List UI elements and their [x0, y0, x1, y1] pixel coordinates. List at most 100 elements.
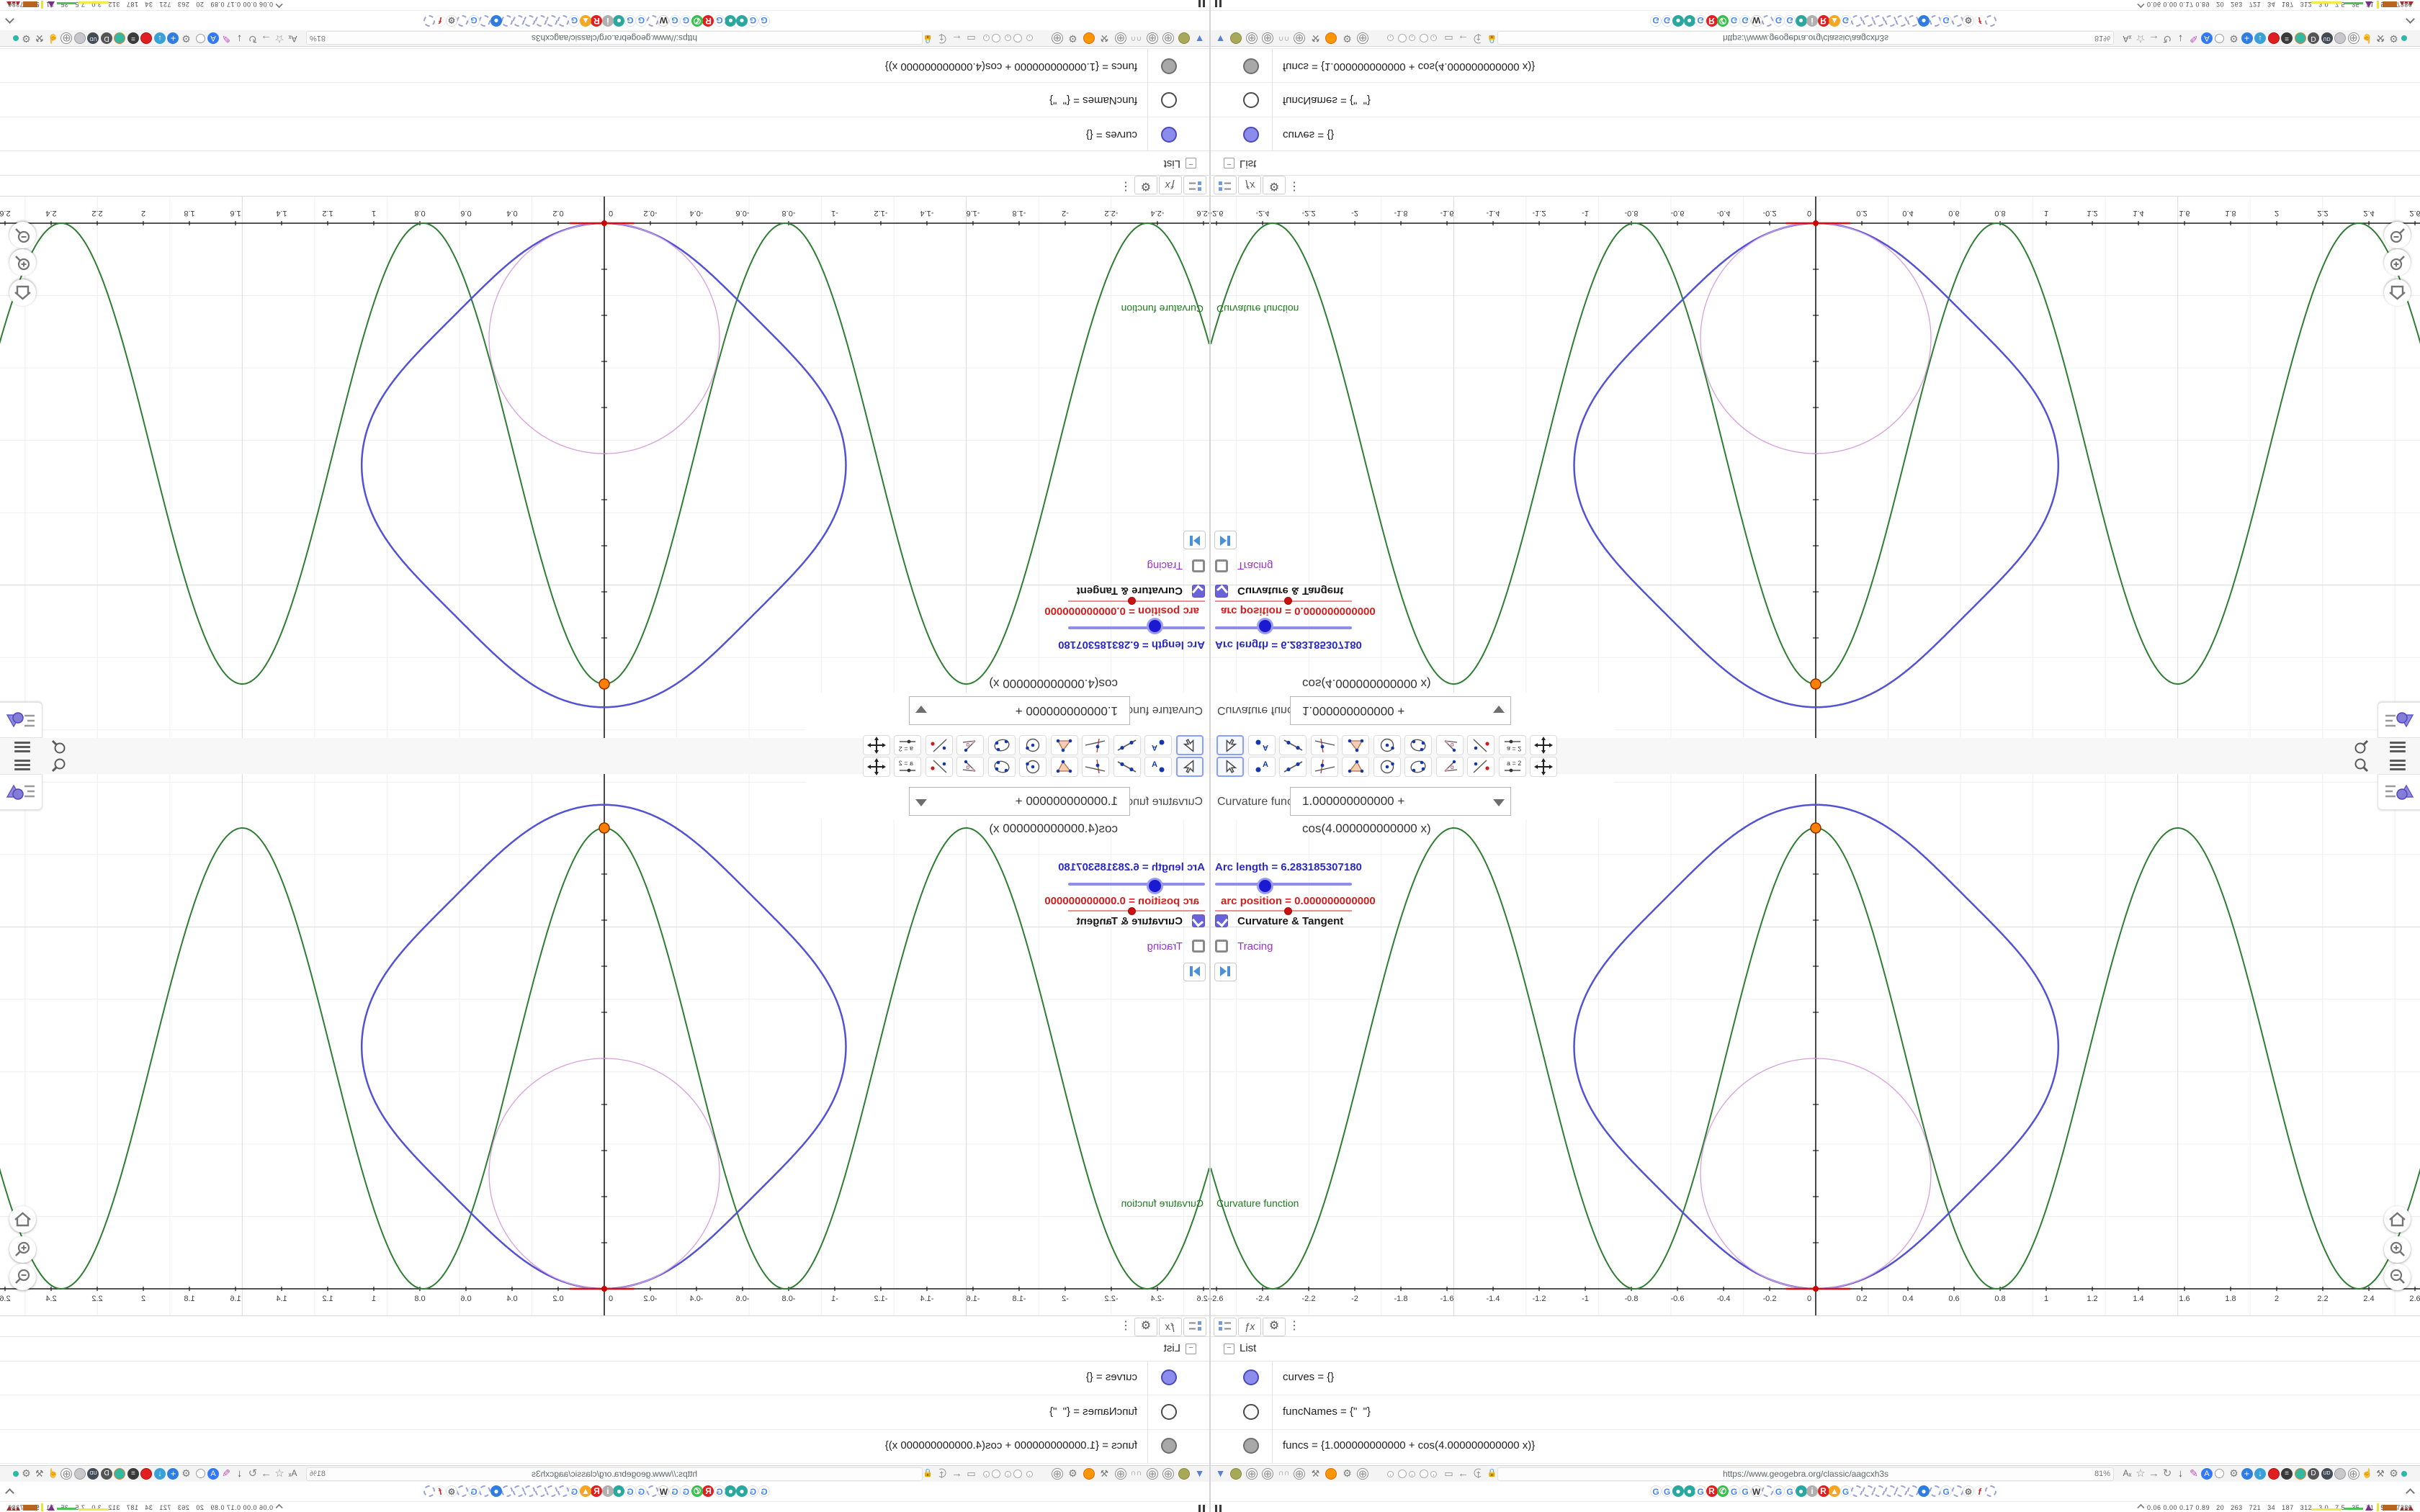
- play-pause-button[interactable]: [1214, 531, 1237, 549]
- globe-icon[interactable]: ⊕: [1246, 32, 1258, 44]
- globe-icon[interactable]: ⊕: [1162, 1468, 1174, 1480]
- url-bar[interactable]: https://www.geogebra.org/classic/aagcxh3…: [1497, 1467, 2114, 1481]
- chevron-down-icon[interactable]: [1493, 799, 1505, 806]
- lock-icon[interactable]: 🔒: [922, 1467, 934, 1480]
- favicon-chat-blue[interactable]: ●: [1918, 15, 1930, 27]
- dot-circle-icon[interactable]: ·: [1005, 1470, 1011, 1480]
- zoom-out-button[interactable]: [2384, 222, 2411, 248]
- globe-icon[interactable]: ⊕: [1294, 32, 1305, 44]
- globe-gray-icon[interactable]: ⊕: [2347, 1468, 2360, 1480]
- favicon-google[interactable]: G: [714, 15, 725, 27]
- globe-icon[interactable]: ⊕: [1115, 1468, 1126, 1480]
- headset-icon[interactable]: ∩∩: [1278, 32, 1290, 45]
- favicon-teal-circle[interactable]: ●: [1795, 1485, 1807, 1497]
- favicon-teal-circle[interactable]: ●: [613, 15, 625, 27]
- arc-position-slider[interactable]: [1068, 597, 1205, 605]
- dot-circle-icon[interactable]: ·: [1026, 32, 1033, 42]
- red-circle-icon[interactable]: [2267, 1468, 2280, 1480]
- favicon-flower[interactable]: [1929, 1485, 1941, 1497]
- wrench-icon[interactable]: ⚒: [1098, 32, 1111, 45]
- favicon-google[interactable]: G: [714, 1485, 725, 1497]
- arc-position-slider[interactable]: [1215, 907, 1352, 915]
- algebra-row-0[interactable]: curves = {}: [1211, 1361, 2420, 1395]
- algebra-row-2[interactable]: funcs = {1.000000000000 + cos(4.00000000…: [0, 1429, 1209, 1464]
- globe-icon[interactable]: ⊕: [1147, 32, 1158, 44]
- tool-conic-through-points[interactable]: [1404, 735, 1432, 755]
- visibility-toggle-icon[interactable]: [1161, 1438, 1177, 1454]
- search-icon[interactable]: [2352, 738, 2371, 755]
- forward-arrow-icon[interactable]: →: [260, 1467, 272, 1480]
- favicon-chat-blue[interactable]: ●: [490, 15, 502, 27]
- favicon-google[interactable]: G: [747, 1485, 759, 1497]
- wrench-icon[interactable]: ⚒: [1098, 1467, 1111, 1480]
- favicon-flower[interactable]: [535, 1485, 547, 1497]
- favicon-chat-blue[interactable]: ●: [1918, 1485, 1930, 1497]
- slider-knob[interactable]: [1147, 618, 1163, 634]
- teal-dot-icon[interactable]: [2401, 1471, 2407, 1477]
- tool-move-graphics-view[interactable]: [863, 735, 890, 755]
- back-arrow-icon[interactable]: ←: [951, 32, 963, 45]
- wrench-icon[interactable]: ⚒: [1309, 32, 1322, 45]
- tool-angle[interactable]: α: [956, 735, 985, 755]
- dot-circle-icon[interactable]: ·: [1409, 32, 1415, 42]
- url-bar[interactable]: https://www.geogebra.org/classic/aagcxh3…: [306, 31, 923, 45]
- wrench-icon[interactable]: ⚒: [2375, 1467, 2387, 1480]
- download-icon[interactable]: ↓: [233, 1467, 246, 1480]
- kebab-menu-icon[interactable]: ⋮: [1289, 1318, 1300, 1335]
- favicon-google[interactable]: G: [1784, 15, 1796, 27]
- favicon-flower[interactable]: [1851, 1485, 1863, 1497]
- tool-reflect-about-line[interactable]: [1467, 757, 1494, 777]
- dot-circle-icon[interactable]: ·: [1409, 1470, 1415, 1479]
- favicon-flower[interactable]: [1762, 15, 1773, 27]
- map-pin-icon[interactable]: ▼: [1214, 32, 1227, 45]
- favicon-f-red[interactable]: f: [434, 1485, 447, 1497]
- favicon-info[interactable]: i: [602, 1485, 614, 1497]
- menu-icon[interactable]: [14, 760, 30, 770]
- checkbox-unchecked-icon[interactable]: [1192, 940, 1205, 953]
- favicon-google[interactable]: G: [758, 15, 770, 27]
- translate-icon[interactable]: Aₓ: [287, 32, 299, 45]
- visibility-toggle-icon[interactable]: [1243, 1403, 1259, 1420]
- back-arrow-icon[interactable]: ←: [1457, 32, 1469, 45]
- teal-dot-icon[interactable]: [2401, 35, 2407, 41]
- shield-icon[interactable]: ⯡: [1471, 1467, 1484, 1480]
- shield-gray-icon[interactable]: [74, 32, 86, 44]
- list-group-row[interactable]: − List: [1211, 150, 2420, 175]
- gear-icon[interactable]: ⚙: [1341, 32, 1353, 45]
- page-zoom-level[interactable]: 81%: [2094, 32, 2110, 44]
- gear-icon[interactable]: ⚙: [2388, 32, 2400, 45]
- favicon-whatsapp[interactable]: ✆: [1717, 15, 1729, 27]
- visibility-toggle-icon[interactable]: [1161, 1403, 1177, 1420]
- favicon-flower[interactable]: [1884, 1485, 1896, 1497]
- favicon-yandex[interactable]: R: [591, 15, 603, 27]
- translate-blue-icon[interactable]: A: [207, 1468, 219, 1480]
- checkbox-unchecked-icon[interactable]: [1215, 559, 1228, 572]
- algebra-row-1[interactable]: funcNames = {" "}: [1211, 82, 2420, 117]
- checkbox-checked-icon[interactable]: [1215, 914, 1228, 927]
- download-icon[interactable]: ↓: [2174, 1467, 2187, 1480]
- gear-icon[interactable]: ⚙: [1067, 1467, 1079, 1480]
- favicon-yandex[interactable]: R: [1817, 1485, 1829, 1497]
- globe-icon[interactable]: ⊕: [1294, 1468, 1305, 1480]
- visibility-toggle-icon[interactable]: [1243, 1438, 1259, 1454]
- circle-icon[interactable]: [1420, 1470, 1428, 1478]
- tool-angle[interactable]: α: [1435, 757, 1464, 777]
- firefox-icon[interactable]: [1325, 1468, 1337, 1480]
- curvature-function-input[interactable]: 1.000000000000 + cos(4.000000000000 x): [909, 677, 1130, 725]
- firefox-icon[interactable]: [1083, 1468, 1095, 1480]
- favicon-f-red[interactable]: f: [1973, 15, 1986, 27]
- tool-conic-through-points[interactable]: [1404, 757, 1432, 777]
- fx-icon[interactable]: ƒx: [1238, 1318, 1261, 1336]
- tool-move-graphics-view[interactable]: [1530, 735, 1557, 755]
- shield-down-icon[interactable]: ↓: [2254, 1468, 2266, 1480]
- gear-icon[interactable]: ⚙: [2228, 1467, 2240, 1480]
- pencil-multicolor-icon[interactable]: ✎: [2188, 32, 2200, 45]
- favicon-flower[interactable]: [546, 1485, 558, 1497]
- tool-slider[interactable]: a = 2: [894, 735, 922, 755]
- trash-dark-icon[interactable]: ≡: [2281, 32, 2293, 44]
- plus-blue-icon[interactable]: +: [167, 1468, 179, 1480]
- visibility-toggle-icon[interactable]: [1243, 127, 1259, 143]
- favicon-google[interactable]: G: [1661, 15, 1673, 27]
- favicon-google[interactable]: G: [1695, 15, 1706, 27]
- gear-icon[interactable]: ⚙: [1134, 176, 1157, 194]
